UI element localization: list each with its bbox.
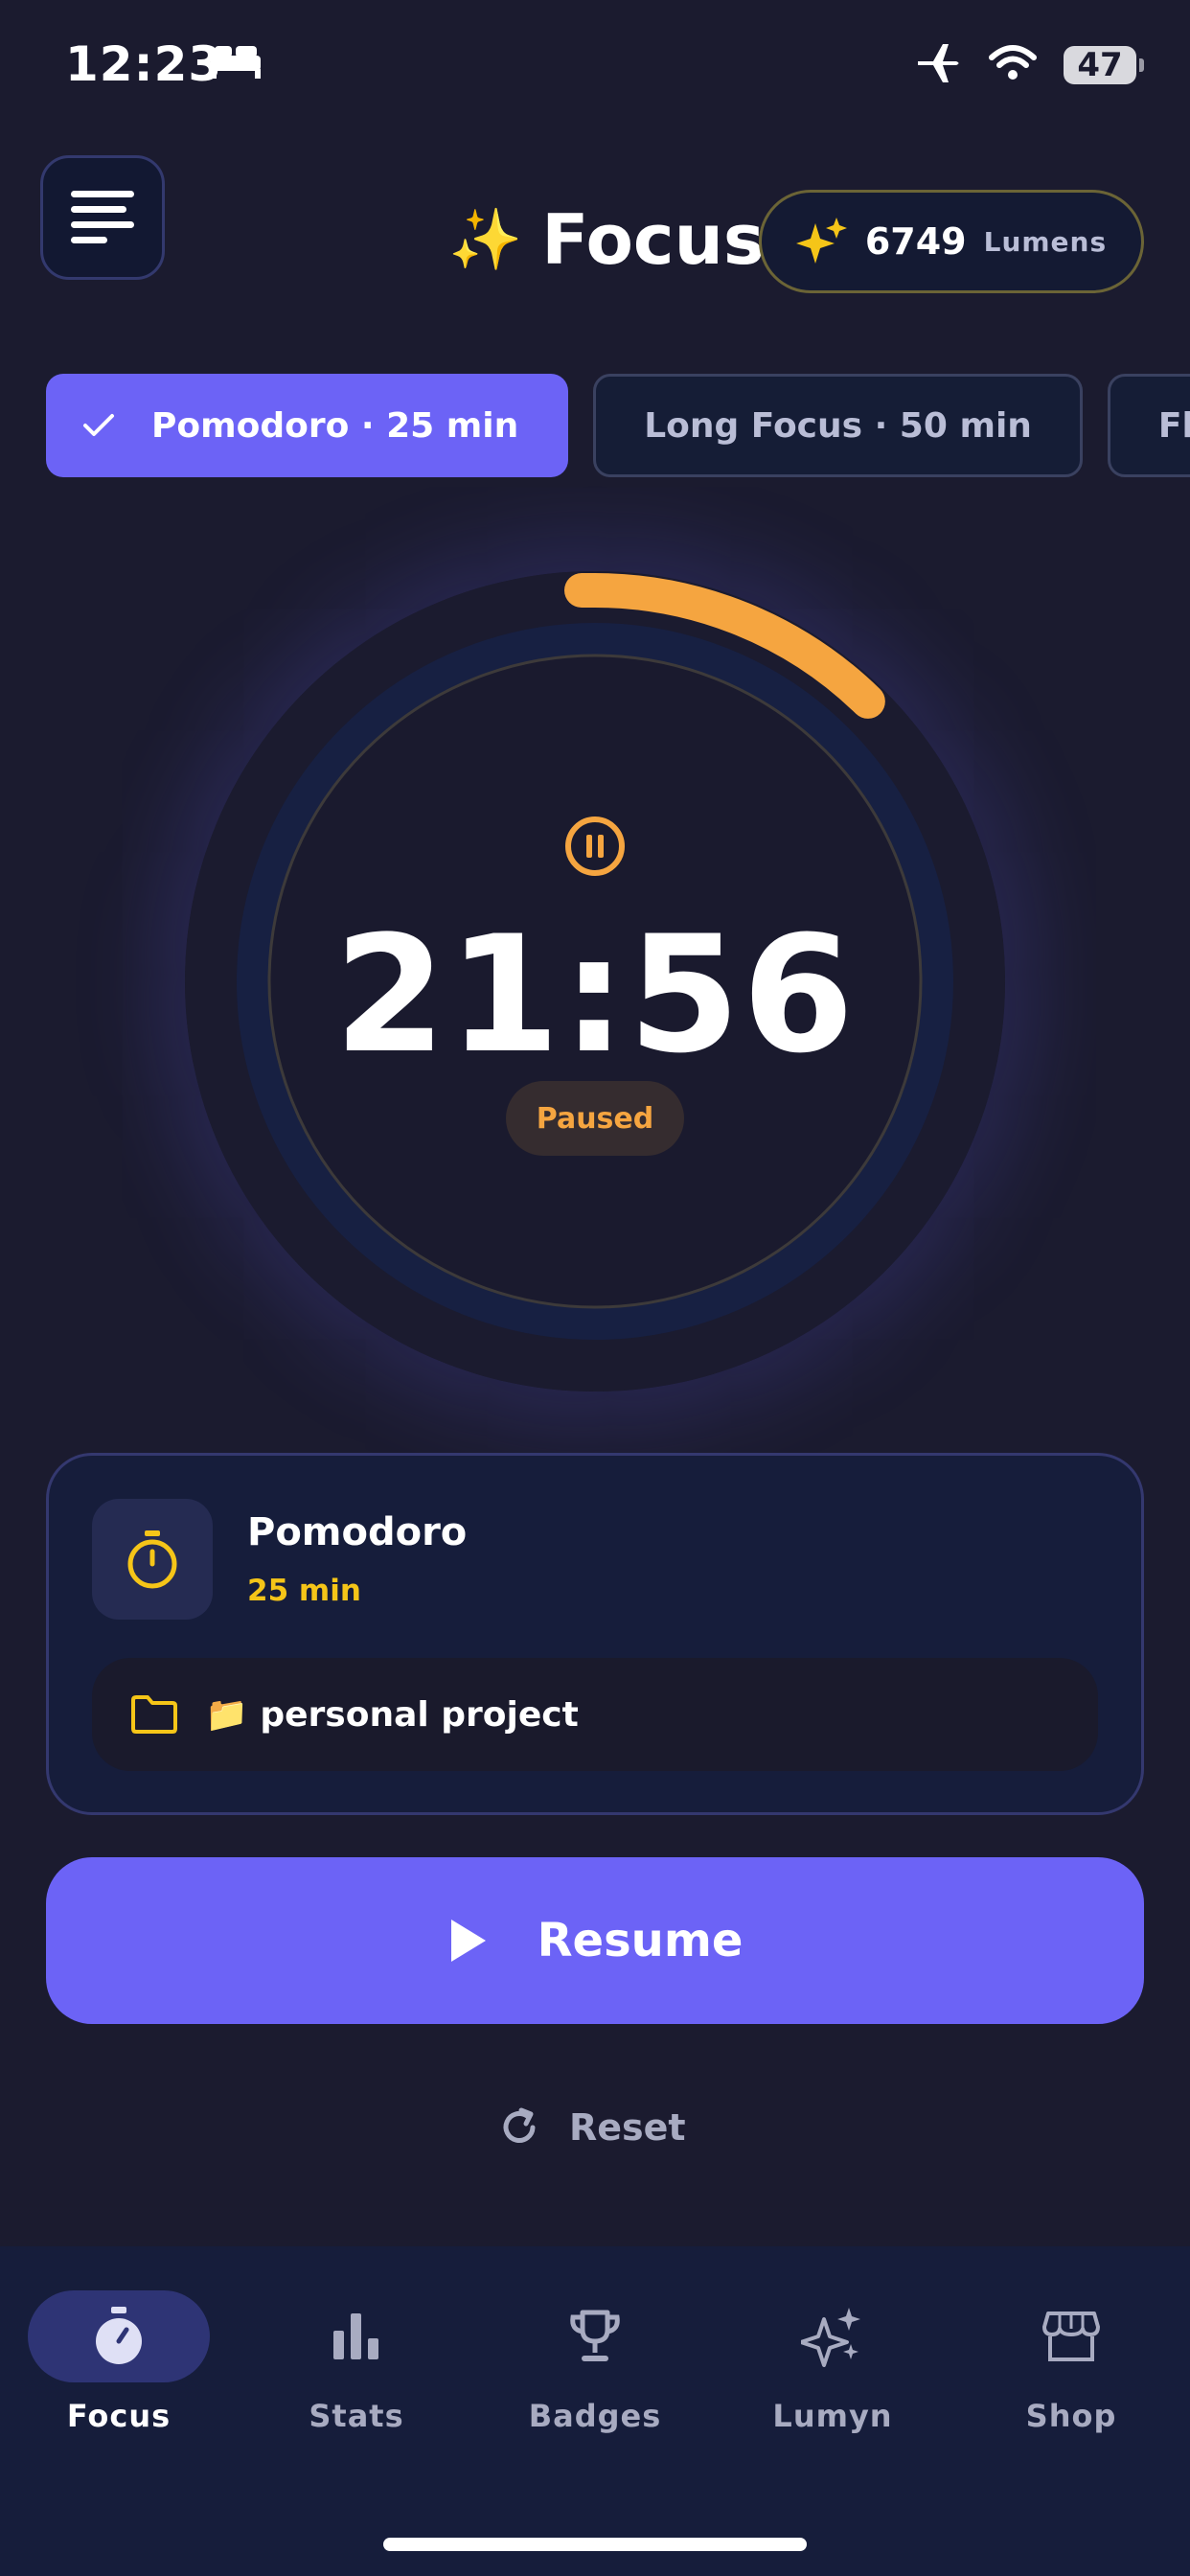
tab-label: Lumyn xyxy=(772,2398,893,2434)
store-icon xyxy=(1042,2312,1100,2361)
sparkle-emoji-icon: ✨ xyxy=(448,204,523,274)
menu-button[interactable] xyxy=(40,155,165,280)
resume-button[interactable]: Resume xyxy=(46,1857,1144,2024)
mode-chip-long-focus[interactable]: Long Focus · 50 min xyxy=(593,374,1083,477)
stopwatch-icon xyxy=(96,2307,142,2364)
tab-label: Shop xyxy=(1025,2398,1117,2434)
timer-status-badge: Paused xyxy=(506,1081,684,1156)
home-indicator xyxy=(383,2538,807,2551)
sparkles-icon xyxy=(795,218,847,264)
trophy-icon xyxy=(570,2310,620,2361)
tab-focus[interactable]: Focus xyxy=(23,2290,215,2444)
lumens-balance-pill[interactable]: 6749 Lumens xyxy=(759,190,1144,293)
battery-icon: 47 xyxy=(1064,46,1144,84)
tab-badges[interactable]: Badges xyxy=(499,2290,691,2444)
pause-icon xyxy=(563,815,627,882)
tab-stats[interactable]: Stats xyxy=(261,2290,452,2444)
reset-button[interactable]: Reset xyxy=(498,2089,686,2166)
title-text: Focus xyxy=(541,199,765,280)
check-icon xyxy=(83,414,114,436)
session-icon-box xyxy=(92,1499,213,1620)
menu-icon xyxy=(71,191,134,243)
sparkles-icon xyxy=(801,2308,860,2367)
tab-label: Badges xyxy=(528,2398,662,2434)
airplane-icon xyxy=(916,42,962,88)
tab-label: Stats xyxy=(309,2398,404,2434)
page-title: ✨ Focus xyxy=(448,199,765,280)
reset-label: Reset xyxy=(569,2106,686,2149)
session-duration: 25 min xyxy=(247,1574,361,1608)
mode-chip-pomodoro[interactable]: Pomodoro · 25 min xyxy=(46,374,569,477)
lumens-value: 6749 xyxy=(864,220,967,263)
mode-chip-label: Pomodoro · 25 min xyxy=(151,405,519,446)
resume-label: Resume xyxy=(537,1914,744,1967)
mode-chips: Pomodoro · 25 min Long Focus · 50 min Fl… xyxy=(46,374,1190,477)
tab-label: Focus xyxy=(66,2398,172,2434)
mode-chip-label: Flow xyxy=(1157,405,1190,446)
mode-chip-label: Long Focus · 50 min xyxy=(644,405,1032,446)
bed-icon xyxy=(209,42,263,84)
battery-level: 47 xyxy=(1077,46,1123,84)
timer-display: 21:56 xyxy=(333,901,857,1089)
stopwatch-icon xyxy=(127,1530,177,1589)
tab-shop[interactable]: Shop xyxy=(975,2290,1167,2444)
bar-chart-icon xyxy=(333,2313,378,2359)
session-title: Pomodoro xyxy=(247,1510,468,1554)
tab-lumyn[interactable]: Lumyn xyxy=(737,2290,928,2444)
play-icon xyxy=(450,1920,486,1962)
status-time: 12:23 xyxy=(65,36,223,92)
reset-icon xyxy=(503,2107,536,2143)
lumens-unit: Lumens xyxy=(983,225,1108,258)
folder-icon xyxy=(131,1695,177,1734)
project-selector[interactable]: 📁 personal project xyxy=(92,1658,1098,1771)
project-name: 📁 personal project xyxy=(205,1695,579,1735)
wifi-icon xyxy=(989,44,1037,86)
mode-chip-flow[interactable]: Flow xyxy=(1107,374,1190,477)
